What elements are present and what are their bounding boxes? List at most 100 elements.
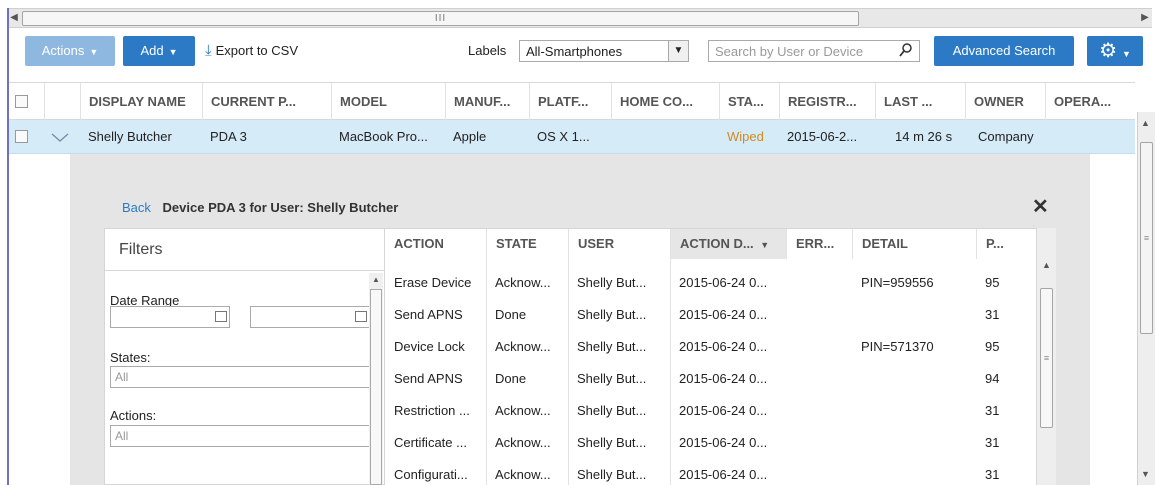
date-to-field[interactable] [250, 306, 370, 328]
scroll-left-arrow-icon[interactable]: ◀ [8, 11, 20, 25]
cell-user: Shelly But... [577, 275, 647, 290]
vertical-scroll-thumb[interactable]: ≡ [1140, 142, 1153, 334]
search-icon[interactable] [899, 42, 915, 60]
scroll-right-arrow-icon[interactable]: ▶ [1139, 11, 1151, 25]
cell-owner: Company [978, 129, 1034, 144]
scroll-down-arrow-icon[interactable]: ▼ [1141, 469, 1150, 479]
cell-current-p: PDA 3 [210, 129, 247, 144]
column-header-state[interactable]: STATE [486, 229, 568, 259]
column-header-owner[interactable]: OWNER [965, 83, 1045, 121]
filters-scroll-thumb[interactable] [370, 289, 382, 485]
labels-label: Labels [468, 43, 507, 58]
states-label: States: [110, 350, 151, 365]
cell-detail [852, 427, 976, 459]
cell-user: Shelly But... [577, 467, 647, 482]
cell-state: Acknow... [495, 275, 551, 290]
column-header-err[interactable]: ERR... [786, 229, 852, 259]
cell-detail [852, 363, 976, 395]
expand-column-header [44, 83, 80, 121]
cell-display-name: Shelly Butcher [88, 129, 172, 144]
actions-table-scrollbar[interactable]: ▲ ≡ [1036, 228, 1056, 485]
actions-filter-select[interactable]: All [110, 425, 370, 447]
back-link[interactable]: Back [122, 200, 151, 215]
horizontal-scrollbar[interactable]: ◀ III ▶ [7, 8, 1152, 28]
column-header-action[interactable]: ACTION [385, 229, 486, 259]
calendar-icon[interactable] [355, 311, 367, 322]
chevron-down-icon[interactable]: ▼ [668, 41, 688, 61]
cell-model: MacBook Pro... [339, 129, 428, 144]
column-header-detail[interactable]: DETAIL [852, 229, 976, 259]
cell-state: Acknow... [495, 435, 551, 450]
cell-state: Acknow... [495, 339, 551, 354]
cell-user: Shelly But... [577, 403, 647, 418]
cell-state: Done [495, 307, 527, 322]
cell-p: 31 [985, 307, 1000, 322]
status-badge: Wiped [727, 129, 764, 144]
cell-action: Restriction ... [394, 403, 470, 418]
cell-p: 31 [985, 435, 1000, 450]
date-from-field[interactable] [110, 306, 230, 328]
cell-detail: PIN=571370 [861, 339, 934, 354]
cell-action-date: 2015-06-24 0... [679, 403, 768, 418]
states-select[interactable]: All [110, 366, 370, 388]
cell-p: 95 [985, 339, 1000, 354]
cell-last: 14 m 26 s [895, 129, 953, 144]
actions-table-scroll-thumb[interactable]: ≡ [1040, 288, 1053, 428]
scroll-up-arrow-icon[interactable]: ▲ [1042, 260, 1051, 270]
advanced-search-button[interactable]: Advanced Search [934, 36, 1074, 66]
actions-filter-select-value: All [115, 429, 129, 443]
device-grid-header: DISPLAY NAME CURRENT P... MODEL MANUF...… [9, 82, 1135, 121]
column-header-home-co[interactable]: HOME CO... [611, 83, 719, 121]
filters-scrollbar[interactable]: ▲ [369, 273, 383, 485]
labels-select[interactable]: All-Smartphones ▼ [519, 40, 689, 62]
actions-button-label: Actions [41, 43, 85, 58]
cell-action-date: 2015-06-24 0... [679, 467, 768, 482]
actions-button[interactable]: Actions ▼ [25, 36, 115, 66]
column-header-p[interactable]: P... [976, 229, 1036, 259]
column-header-display-name[interactable]: DISPLAY NAME [80, 83, 202, 121]
chevron-down-icon: ▼ [89, 47, 99, 57]
table-row[interactable]: Shelly Butcher PDA 3 MacBook Pro... Appl… [9, 120, 1135, 154]
chevron-down-icon: ▼ [168, 47, 178, 57]
cell-user: Shelly But... [577, 371, 647, 386]
cell-action-date: 2015-06-24 0... [679, 371, 768, 386]
column-header-last[interactable]: LAST ... [875, 83, 965, 121]
detail-title: Device PDA 3 for User: Shelly Butcher [162, 200, 399, 215]
filters-panel: Filters Date Range States: All Actions: … [104, 228, 385, 485]
cell-action: Configurati... [394, 467, 468, 482]
column-header-registered[interactable]: REGISTR... [779, 83, 875, 121]
column-header-platform[interactable]: PLATF... [529, 83, 611, 121]
column-header-user[interactable]: USER [568, 229, 670, 259]
column-header-model[interactable]: MODEL [331, 83, 445, 121]
column-header-action-date[interactable]: ACTION D... ▼ [670, 229, 786, 259]
close-icon[interactable]: ✕ [1032, 194, 1049, 219]
column-header-current-p[interactable]: CURRENT P... [202, 83, 331, 121]
add-button[interactable]: Add ▼ [123, 36, 195, 66]
vertical-scrollbar[interactable]: ▲ ≡ ▼ [1137, 112, 1155, 485]
cell-detail [852, 395, 976, 427]
column-header-manuf[interactable]: MANUF... [445, 83, 529, 121]
row-checkbox[interactable] [15, 130, 28, 143]
scroll-up-arrow-icon[interactable]: ▲ [1141, 118, 1150, 128]
actions-filter-label: Actions: [110, 408, 157, 423]
cell-state: Acknow... [495, 403, 551, 418]
chevron-down-icon[interactable] [43, 120, 77, 154]
column-header-opera[interactable]: OPERA... [1045, 83, 1135, 121]
settings-button[interactable]: ⚙ ▼ [1087, 36, 1143, 66]
export-csv-button[interactable]: ⤓ Export to CSV [205, 36, 298, 66]
cell-detail [852, 299, 976, 331]
cell-user: Shelly But... [577, 435, 647, 450]
search-input[interactable]: Search by User or Device [708, 40, 920, 62]
filters-header: Filters [105, 229, 384, 271]
column-header-status[interactable]: STA... [719, 83, 779, 121]
column-header-action-date-label: ACTION D... [680, 236, 754, 251]
cell-action-date: 2015-06-24 0... [679, 307, 768, 322]
calendar-icon[interactable] [215, 311, 227, 322]
cell-action: Send APNS [394, 307, 463, 322]
scroll-up-arrow-icon[interactable]: ▲ [372, 275, 380, 284]
horizontal-scroll-thumb[interactable]: III [22, 11, 859, 26]
sort-desc-icon: ▼ [760, 240, 770, 250]
export-csv-label: Export to CSV [215, 43, 299, 58]
select-all-checkbox[interactable] [15, 95, 28, 108]
cell-platform: OS X 1... [537, 129, 590, 144]
